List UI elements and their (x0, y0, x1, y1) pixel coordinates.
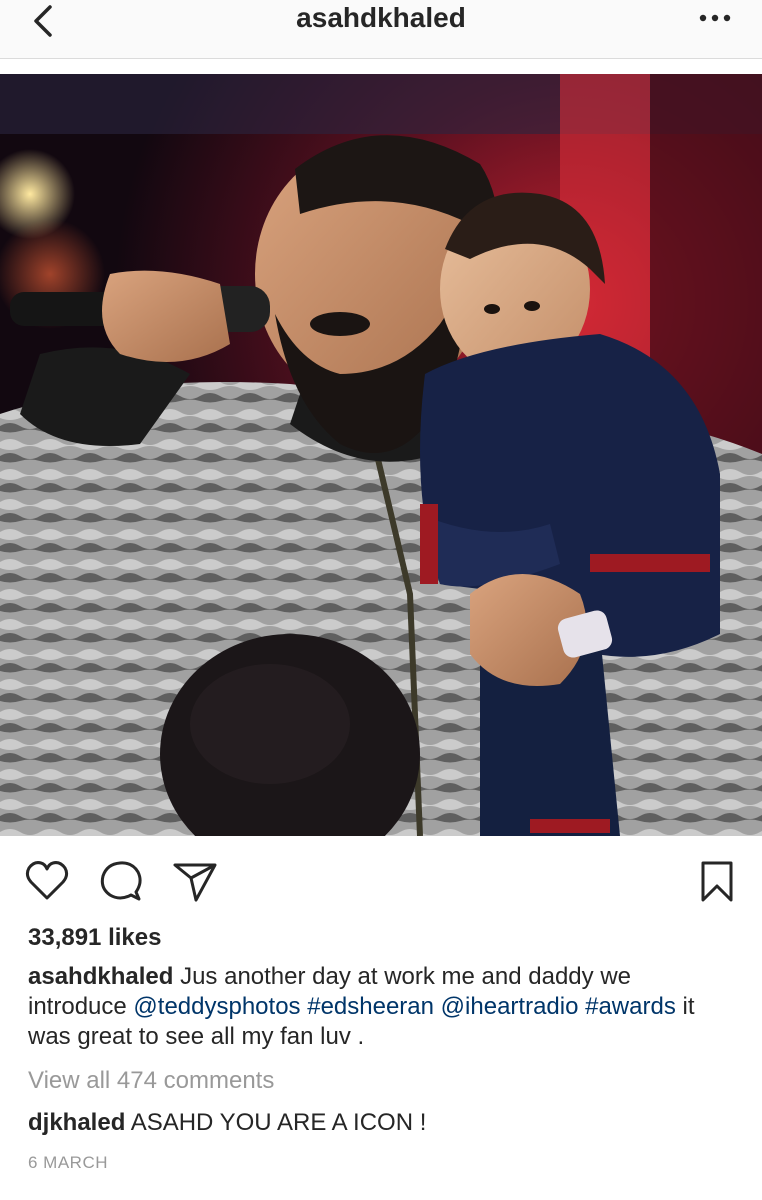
comment-text: ASAHD YOU ARE A ICON ! (125, 1109, 427, 1136)
caption-space (434, 993, 441, 1020)
likes-count[interactable]: 33,891 likes (28, 922, 161, 954)
comment-username[interactable]: djkhaled (28, 1109, 125, 1136)
post-caption: asahdkhaled Jus another day at work me a… (28, 962, 728, 1052)
top-bar: asahdkhaled (0, 0, 762, 59)
caption-username[interactable]: asahdkhaled (28, 963, 173, 990)
mention-teddysphotos[interactable]: @teddysphotos (133, 993, 300, 1020)
bookmark-outline-icon[interactable] (696, 858, 738, 904)
hashtag-edsheeran[interactable]: #edsheeran (307, 993, 434, 1020)
heart-outline-icon[interactable] (24, 858, 70, 904)
paper-plane-icon[interactable] (172, 858, 218, 904)
post-photo[interactable] (0, 74, 762, 836)
profile-username-title[interactable]: asahdkhaled (0, 2, 762, 34)
post-date: 6 MARCH (28, 1153, 109, 1172)
view-all-comments-link[interactable]: View all 474 comments (28, 1066, 274, 1096)
post-image (0, 74, 762, 836)
comment-item: djkhaled ASAHD YOU ARE A ICON ! (28, 1108, 426, 1138)
comment-bubble-icon[interactable] (98, 858, 144, 904)
post-action-bar (0, 852, 762, 912)
more-horizontal-icon[interactable] (698, 8, 732, 28)
mention-iheartradio[interactable]: @iheartradio (441, 993, 579, 1020)
hashtag-awards[interactable]: #awards (585, 993, 676, 1020)
